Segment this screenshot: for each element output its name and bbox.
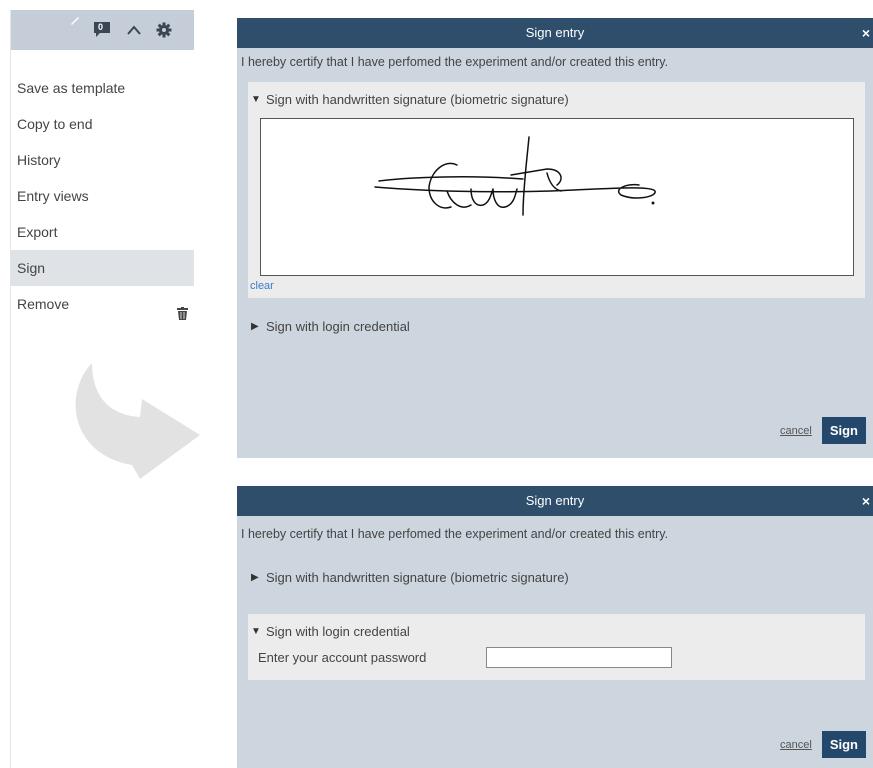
curved-arrow-icon: [75, 363, 200, 479]
menu-item-export[interactable]: Export: [11, 214, 194, 250]
gear-icon[interactable]: [156, 22, 172, 38]
close-icon[interactable]: ×: [862, 18, 870, 48]
dialog-footer: cancel Sign: [780, 731, 866, 758]
pencil-icon[interactable]: [69, 14, 81, 26]
dialog-title: Sign entry: [525, 25, 585, 40]
login-credential-toggle[interactable]: ▼ Sign with login credential: [248, 614, 865, 650]
menu-item-remove[interactable]: Remove: [11, 286, 194, 322]
caret-right-icon: ▶: [251, 321, 259, 332]
comment-icon[interactable]: 0: [92, 21, 112, 39]
menu-toolbar: 0: [11, 10, 194, 50]
handwritten-signature: [374, 136, 656, 216]
dialog-title-bar: Sign entry ×: [237, 18, 873, 48]
menu-item-sign[interactable]: Sign: [11, 250, 194, 286]
caret-right-icon: ▶: [251, 572, 259, 583]
login-credential-label: Sign with login credential: [266, 319, 410, 334]
handwritten-section-toggle[interactable]: ▼ Sign with handwritten signature (biome…: [248, 82, 865, 118]
login-credential-label: Sign with login credential: [266, 624, 410, 639]
handwritten-label: Sign with handwritten signature (biometr…: [266, 570, 569, 585]
caret-down-icon: ▼: [251, 626, 261, 637]
signature-pad[interactable]: [260, 118, 854, 276]
menu-item-entry-views[interactable]: Entry views: [11, 178, 194, 214]
sign-button[interactable]: Sign: [821, 417, 866, 444]
sign-entry-dialog-handwritten: Sign entry × I hereby certify that I hav…: [237, 18, 873, 458]
password-label: Enter your account password: [258, 649, 427, 665]
login-credential-toggle[interactable]: ▶ Sign with login credential: [248, 309, 865, 345]
handwritten-section-toggle[interactable]: ▶ Sign with handwritten signature (biome…: [248, 560, 865, 596]
handwritten-label: Sign with handwritten signature (biometr…: [266, 92, 569, 107]
trash-icon: [177, 297, 188, 333]
certify-text: I hereby certify that I have perfomed th…: [241, 55, 669, 69]
login-credential-section: ▼ Sign with login credential Enter your …: [248, 614, 865, 680]
menu-list: Save as template Copy to end History Ent…: [11, 70, 194, 322]
handwritten-section: ▼ Sign with handwritten signature (biome…: [248, 82, 865, 298]
dialog-footer: cancel Sign: [780, 417, 866, 444]
dialog-title-bar: Sign entry ×: [237, 486, 873, 516]
comment-count-badge: 0: [98, 22, 104, 32]
clear-signature-link[interactable]: clear: [248, 276, 865, 298]
certify-text: I hereby certify that I have perfomed th…: [241, 527, 669, 541]
chevron-up-icon[interactable]: [126, 24, 142, 36]
caret-down-icon: ▼: [251, 94, 261, 105]
menu-item-copy-to-end[interactable]: Copy to end: [11, 106, 194, 142]
close-icon[interactable]: ×: [862, 486, 870, 516]
dialog-title: Sign entry: [525, 493, 585, 508]
cancel-link[interactable]: cancel: [780, 425, 812, 437]
sign-button[interactable]: Sign: [821, 731, 866, 758]
sign-entry-dialog-login: Sign entry × I hereby certify that I hav…: [237, 486, 873, 768]
menu-item-history[interactable]: History: [11, 142, 194, 178]
menu-item-save-as-template[interactable]: Save as template: [11, 70, 194, 106]
cancel-link[interactable]: cancel: [780, 739, 812, 751]
